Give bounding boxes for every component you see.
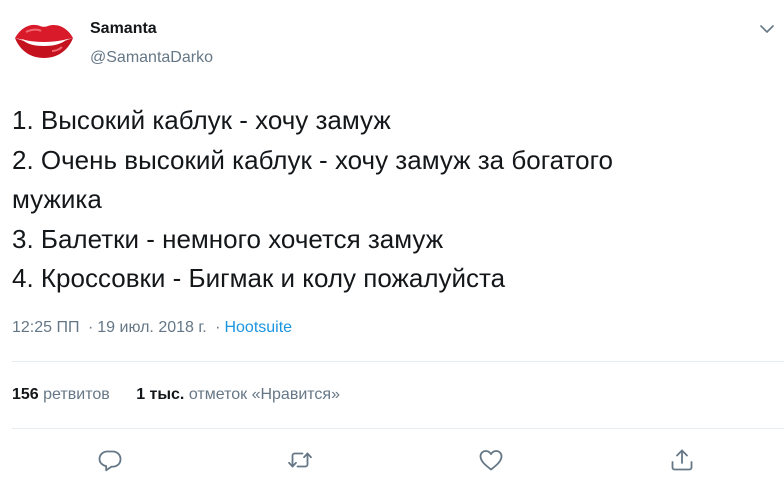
- share-icon: [671, 449, 693, 471]
- retweet-icon: [288, 452, 312, 468]
- likes-count: 1 тыс.: [136, 386, 185, 403]
- heart-icon: [479, 450, 503, 471]
- likes-label: отметок «Нравится»: [188, 386, 340, 403]
- like-button[interactable]: [477, 446, 505, 474]
- retweets-stat[interactable]: 156 ретвитов: [12, 386, 110, 404]
- tweet-line: мужика: [12, 184, 102, 214]
- meta-separator: ·: [87, 319, 94, 336]
- tweet-meta: 12:25 ПП · 19 июл. 2018 г. · Hootsuite: [12, 319, 292, 337]
- retweets-label: ретвитов: [43, 386, 110, 403]
- divider: [12, 428, 784, 429]
- retweet-button[interactable]: [286, 446, 314, 474]
- reply-icon: [98, 450, 122, 472]
- red-lips-icon: [15, 24, 73, 58]
- tweet-source-link[interactable]: Hootsuite: [224, 319, 292, 336]
- divider: [12, 361, 784, 362]
- tweet-line: 1. Высокий каблук - хочу замуж: [12, 105, 391, 135]
- tweet-date[interactable]: 19 июл. 2018 г.: [97, 319, 206, 336]
- tweet: Samanta @SamantaDarko 1. Высокий каблук …: [0, 0, 784, 500]
- chevron-down-icon[interactable]: [758, 22, 776, 36]
- retweets-count: 156: [12, 386, 39, 403]
- tweet-line: 3. Балетки - немного хочется замуж: [12, 223, 444, 254]
- share-button[interactable]: [668, 446, 696, 474]
- tweet-stats: 156 ретвитов 1 тыс. отметок «Нравится»: [12, 386, 340, 404]
- reply-button[interactable]: [96, 446, 124, 474]
- meta-separator: ·: [215, 319, 221, 336]
- tweet-text: 1. Высокий каблук - хочу замуж 2. Очень …: [12, 101, 752, 299]
- tweet-line: 2. Очень высокий каблук - хочу замуж за …: [12, 144, 613, 175]
- likes-stat[interactable]: 1 тыс. отметок «Нравится»: [136, 386, 340, 404]
- tweet-time[interactable]: 12:25 ПП: [12, 319, 79, 336]
- author-handle[interactable]: @SamantaDarko: [90, 49, 213, 67]
- avatar[interactable]: [12, 18, 76, 62]
- tweet-line: 4. Кроссовки - Бигмак и колу пожалуйста: [12, 263, 506, 293]
- author-name[interactable]: Samanta: [90, 20, 157, 38]
